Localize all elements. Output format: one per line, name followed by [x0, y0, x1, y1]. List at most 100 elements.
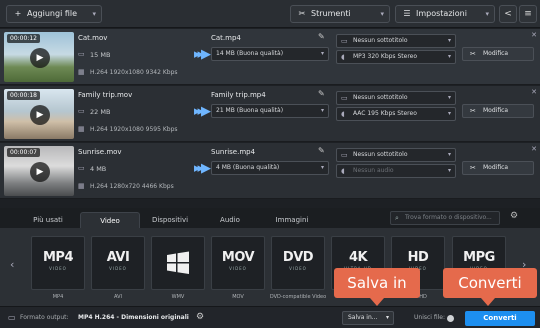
chevron-down-icon: ▾: [447, 37, 451, 44]
tools-button[interactable]: ✂ Strumenti ▾: [290, 5, 390, 23]
scissors-icon: ✂: [470, 107, 476, 115]
scissors-icon: ✂: [470, 50, 476, 58]
tab-devices[interactable]: Dispositivi: [140, 212, 200, 228]
subtitle-icon: ▭: [341, 37, 348, 45]
file-size: 22 MB: [90, 108, 111, 116]
format-tile-avi[interactable]: AVI VIDEO: [91, 236, 145, 290]
subtitle-select[interactable]: ▭ Nessun sottotitolo ▾: [336, 91, 456, 105]
modify-button[interactable]: ✂ Modifica: [462, 161, 534, 175]
close-icon[interactable]: ✕: [531, 31, 537, 39]
audio-select[interactable]: ◖ MP3 320 Kbps Stereo ▾: [336, 50, 456, 64]
convert-arrow-icon: ▸▸▶: [194, 104, 211, 119]
video-thumbnail[interactable]: 00:00:12 ▶: [4, 32, 74, 82]
chevron-down-icon: ▾: [447, 167, 451, 174]
save-in-label: Salva in...: [348, 314, 378, 321]
format-tile-mp4[interactable]: MP4 VIDEO: [31, 236, 85, 290]
video-thumbnail[interactable]: 00:00:07 ▶: [4, 146, 74, 196]
chevron-left-icon[interactable]: ‹: [10, 258, 14, 271]
menu-button[interactable]: ≡: [519, 5, 537, 23]
audio-icon: ◖: [341, 53, 345, 61]
format-tile-wmv[interactable]: [151, 236, 205, 290]
format-tile-dvd[interactable]: DVD VIDEO: [271, 236, 325, 290]
mov-icon: MOV: [221, 250, 255, 265]
chevron-down-icon: ▾: [447, 151, 451, 158]
output-folder-icon[interactable]: ▭: [8, 313, 16, 322]
convert-arrow-icon: ▸▸▶: [194, 161, 211, 176]
file-size-icon: ▭: [78, 50, 85, 58]
rename-pencil-icon[interactable]: ✎: [318, 89, 325, 98]
convert-arrow-icon: ▸▸▶: [194, 47, 211, 62]
audio-value: Nessun audio: [353, 167, 394, 174]
format-tile-mov[interactable]: MOV VIDEO: [211, 236, 265, 290]
chevron-down-icon: ▾: [92, 10, 96, 18]
save-in-select[interactable]: Salva in... ▾: [342, 311, 394, 325]
add-files-button[interactable]: + Aggiungi file ▾: [6, 5, 102, 23]
subtitle-select[interactable]: ▭ Nessun sottotitolo ▾: [336, 34, 456, 48]
bottom-bar: ▭ Formato output: MP4 H.264 - Dimensioni…: [0, 306, 540, 328]
audio-select[interactable]: ◖ AAC 195 Kbps Stereo ▾: [336, 107, 456, 121]
output-quality-select[interactable]: 21 MB (Buona qualità) ▾: [211, 104, 329, 118]
merge-files-toggle[interactable]: [447, 315, 454, 322]
audio-value: AAC 195 Kbps Stereo: [353, 110, 417, 117]
play-icon[interactable]: ▶: [30, 162, 50, 182]
close-icon[interactable]: ✕: [531, 88, 537, 96]
search-icon: ⌕: [395, 214, 399, 222]
file-name: Family trip.mov: [78, 91, 133, 99]
tab-audio[interactable]: Audio: [200, 212, 260, 228]
rename-pencil-icon[interactable]: ✎: [318, 146, 325, 155]
plus-icon: +: [14, 9, 22, 18]
output-quality-select[interactable]: 14 MB (Buona qualità) ▾: [211, 47, 329, 61]
tab-images[interactable]: Immagini: [260, 212, 324, 228]
settings-label: Impostazioni: [416, 9, 467, 18]
modify-label: Modifica: [483, 50, 509, 57]
chevron-down-icon: ▾: [380, 10, 384, 18]
output-quality-select[interactable]: 4 MB (Buona qualità) ▾: [211, 161, 329, 175]
file-row[interactable]: 00:00:12 ▶ Cat.mov ▭ 15 MB ▦ H.264 1920x…: [0, 29, 540, 85]
video-info-icon: ▦: [78, 125, 85, 133]
dvd-icon: DVD: [282, 250, 314, 265]
share-icon: <: [504, 9, 512, 19]
file-row[interactable]: 00:00:07 ▶ Sunrise.mov ▭ 4 MB ▦ H.264 12…: [0, 143, 540, 199]
output-quality-value: 14 MB (Buona qualità): [216, 50, 284, 57]
subtitle-value: Nessun sottotitolo: [353, 37, 408, 44]
output-format-value[interactable]: MP4 H.264 - Dimensioni originali: [78, 314, 189, 321]
format-search-placeholder: Trova formato o dispositivo...: [405, 214, 492, 221]
output-file-name: Cat.mp4: [211, 34, 241, 42]
file-info: H.264 1280x720 4466 Kbps: [90, 183, 174, 190]
close-icon[interactable]: ✕: [531, 145, 537, 153]
subtitle-icon: ▭: [341, 151, 348, 159]
tab-video[interactable]: Video: [80, 212, 140, 228]
format-search-input[interactable]: ⌕ Trova formato o dispositivo...: [390, 211, 500, 225]
play-icon[interactable]: ▶: [30, 48, 50, 68]
convert-button[interactable]: Converti: [465, 311, 535, 326]
output-file-name: Family trip.mp4: [211, 91, 266, 99]
mp4-icon: MP4: [42, 250, 74, 265]
modify-button[interactable]: ✂ Modifica: [462, 104, 534, 118]
tab-most-used[interactable]: Più usati: [18, 212, 78, 228]
chevron-down-icon: ▾: [447, 94, 451, 101]
file-size: 15 MB: [90, 51, 111, 59]
audio-icon: ◖: [341, 167, 345, 175]
mpg-icon: MPG: [463, 250, 495, 265]
format-options-icon[interactable]: ⚙: [510, 211, 518, 221]
subtitle-icon: ▭: [341, 94, 348, 102]
share-button[interactable]: <: [499, 5, 517, 23]
audio-value: MP3 320 Kbps Stereo: [353, 53, 418, 60]
video-thumbnail[interactable]: 00:00:18 ▶: [4, 89, 74, 139]
output-file-name: Sunrise.mp4: [211, 148, 256, 156]
output-quality-value: 4 MB (Buona qualità): [216, 164, 280, 171]
toolbar: + Aggiungi file ▾ ✂ Strumenti ▾ ☰ Impostazion…: [0, 0, 540, 28]
file-size-icon: ▭: [78, 164, 85, 172]
gear-icon[interactable]: ⚙: [196, 312, 204, 322]
audio-select[interactable]: ◖ Nessun audio ▾: [336, 164, 456, 178]
file-row[interactable]: 00:00:18 ▶ Family trip.mov ▭ 22 MB ▦ H.2…: [0, 86, 540, 142]
rename-pencil-icon[interactable]: ✎: [318, 32, 325, 41]
subtitle-select[interactable]: ▭ Nessun sottotitolo ▾: [336, 148, 456, 162]
settings-button[interactable]: ☰ Impostazioni ▾: [395, 5, 495, 23]
file-info: H.264 1920x1080 9595 Kbps: [90, 126, 178, 133]
tools-label: Strumenti: [311, 9, 351, 18]
play-icon[interactable]: ▶: [30, 105, 50, 125]
avi-icon: AVI: [106, 250, 130, 265]
modify-button[interactable]: ✂ Modifica: [462, 47, 534, 61]
menu-icon: ≡: [524, 9, 532, 19]
